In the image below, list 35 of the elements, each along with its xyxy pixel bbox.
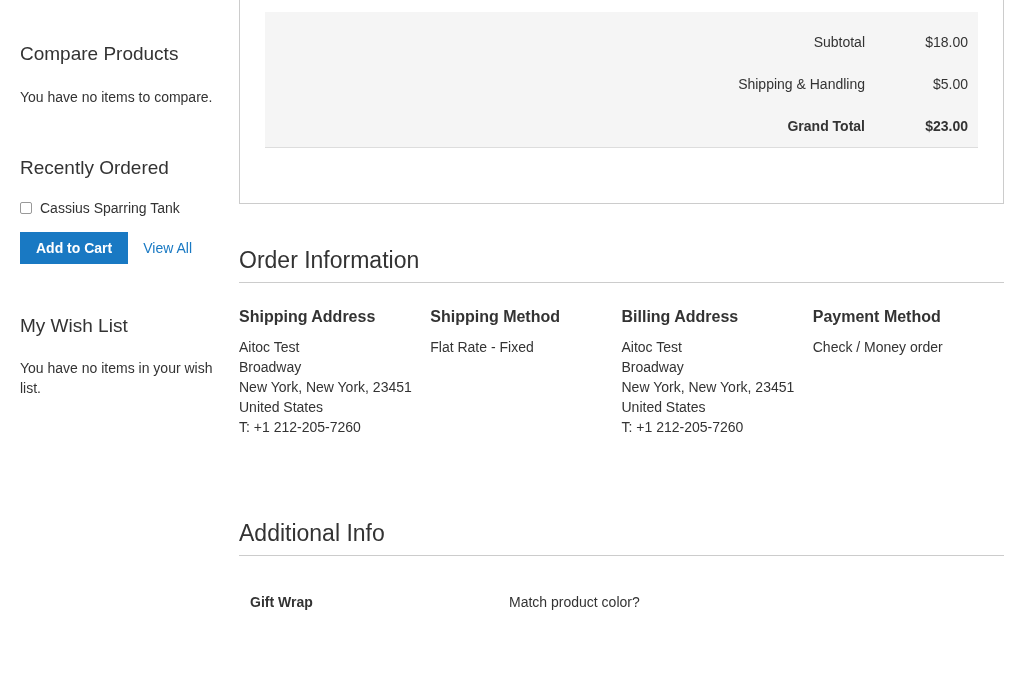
column-heading: Payment Method	[812, 307, 942, 327]
address-line: Check / Money order	[812, 338, 944, 357]
total-label: Subtotal	[813, 33, 865, 52]
sidebar-heading: Recently Ordered	[20, 156, 170, 180]
address-line: New York, New York, 23451	[621, 378, 796, 397]
total-label: Shipping & Handling	[738, 75, 865, 94]
empty-message: You have no items in your wish list.	[20, 359, 214, 398]
info-label: Gift Wrap	[249, 593, 314, 612]
total-value: $18.00	[924, 33, 968, 52]
total-value: $23.00	[924, 117, 968, 136]
sidebar-heading: Compare Products	[20, 42, 180, 66]
column-heading: Shipping Address	[239, 307, 377, 327]
address-line: Flat Rate - Fixed	[430, 338, 535, 357]
section-title: Order Information	[239, 246, 1004, 283]
sidebar-heading: My Wish List	[20, 314, 129, 338]
column-heading: Billing Address	[621, 307, 740, 327]
address-line: United States	[621, 398, 707, 417]
address-line: T: +1 212-205-7260	[621, 418, 745, 437]
add-to-cart-button[interactable]: Add to Cart	[20, 232, 129, 264]
column-heading: Shipping Method	[430, 307, 561, 327]
checkbox[interactable]	[20, 202, 32, 214]
view-all-link[interactable]: View All	[143, 237, 192, 259]
address-line: Aitoc Test	[621, 338, 683, 357]
total-label: Grand Total	[787, 117, 865, 136]
address-line: New York, New York, 23451	[239, 378, 413, 397]
address-line: T: +1 212-205-7260	[239, 418, 362, 437]
address-line: Broadway	[621, 358, 685, 377]
section-title: Additional Info	[239, 519, 1004, 556]
product-name: Cassius Sparring Tank	[40, 199, 180, 218]
address-line: Broadway	[239, 358, 303, 377]
info-value: Match product color?	[509, 593, 640, 612]
empty-message: You have no items to compare.	[20, 88, 214, 107]
total-value: $5.00	[931, 75, 968, 94]
address-line: United States	[239, 398, 325, 417]
address-line: Aitoc Test	[239, 338, 301, 357]
